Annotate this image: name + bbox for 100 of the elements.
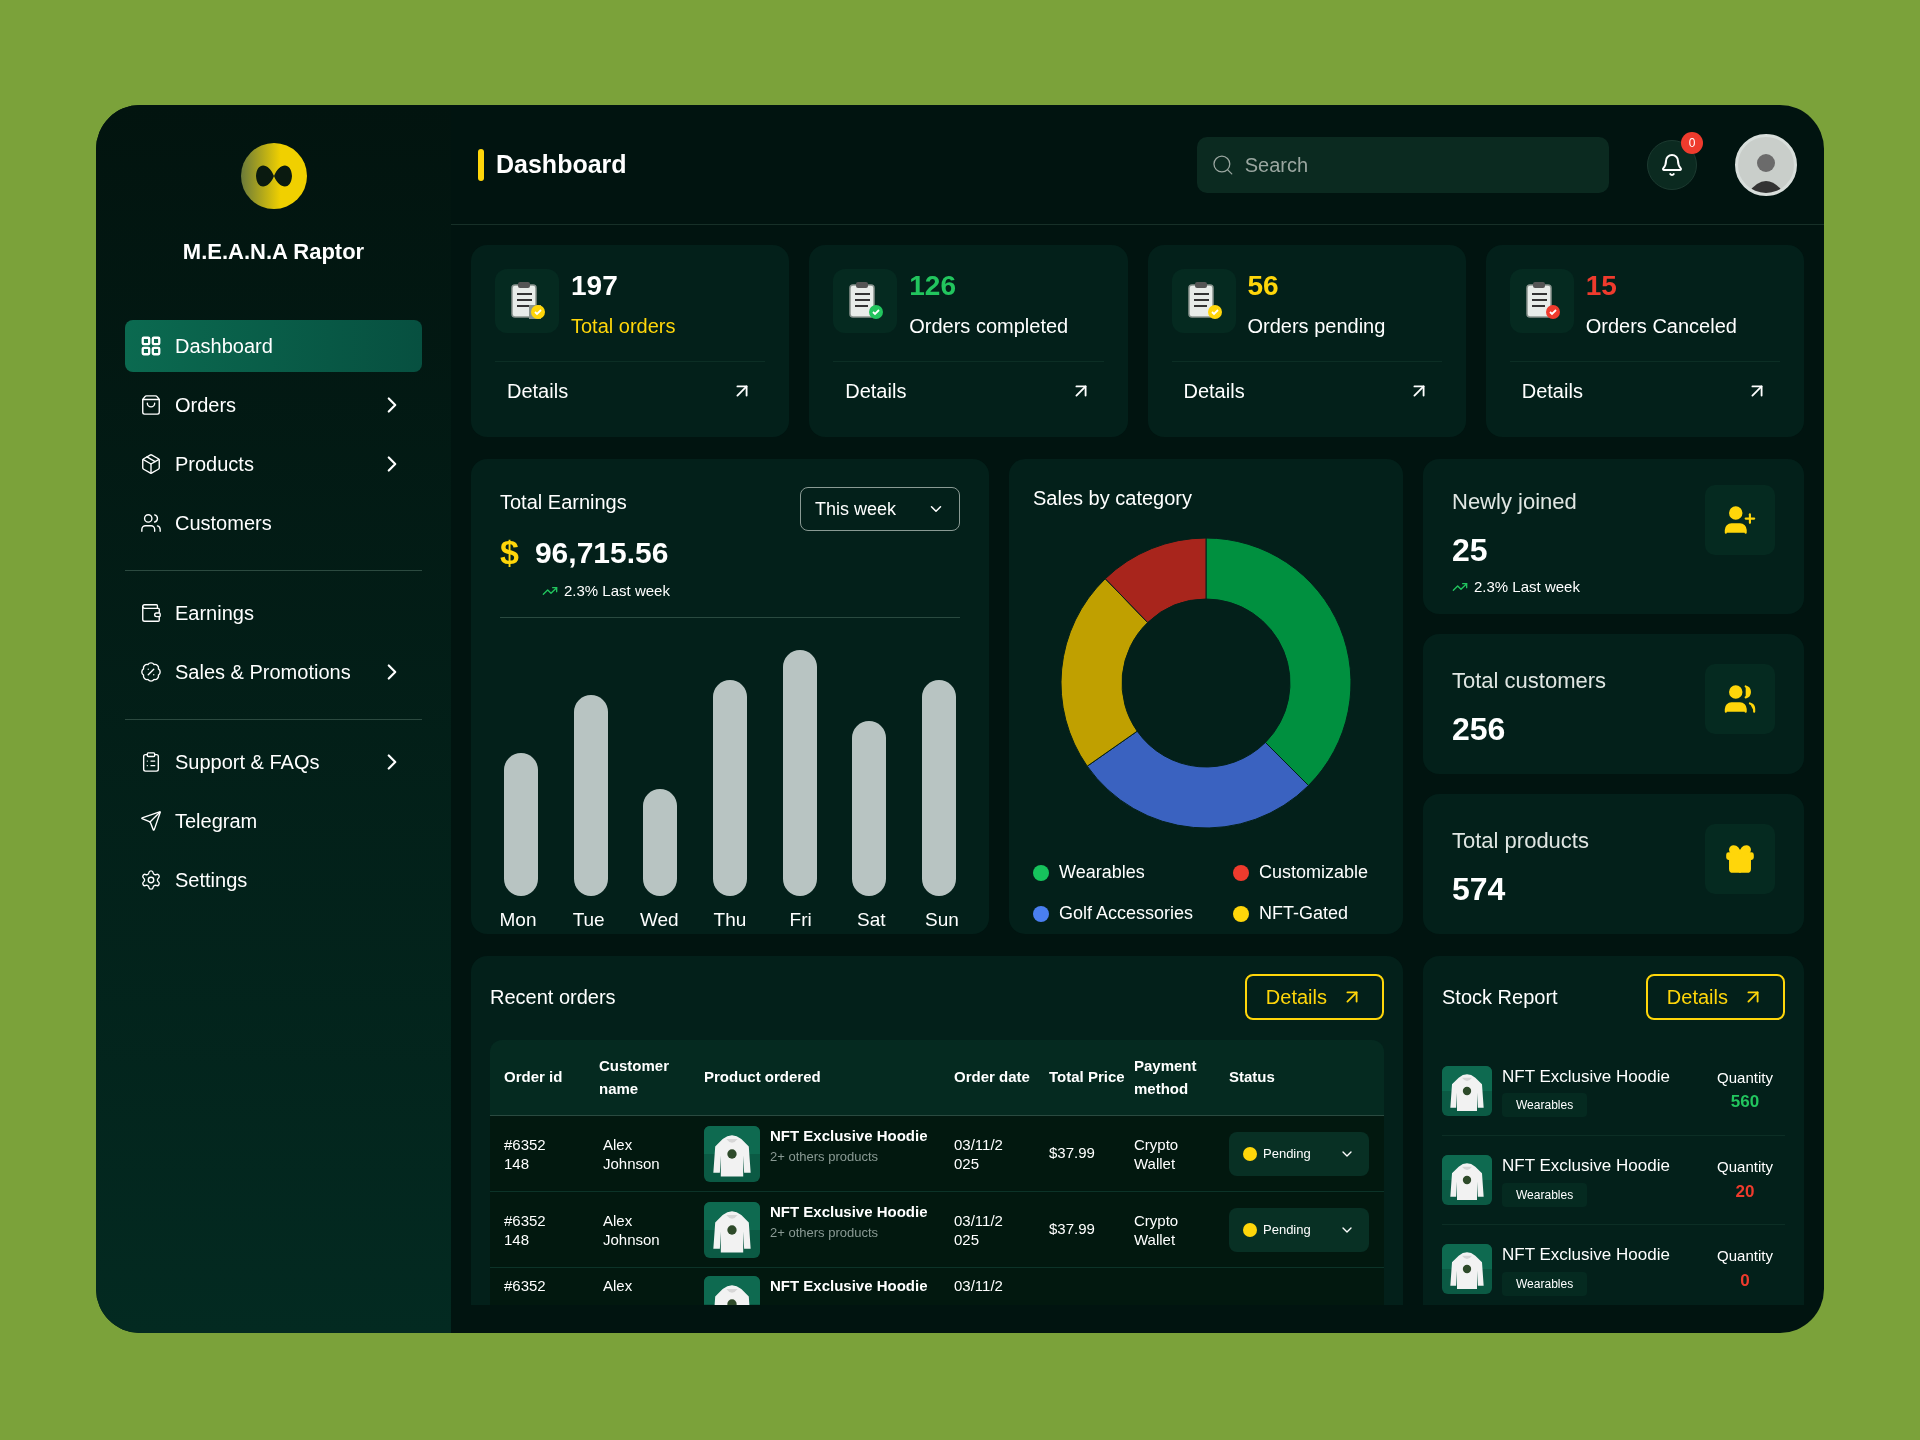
clipboard-icon (495, 269, 559, 333)
change-text: 2.3% Last week (564, 581, 670, 601)
table-cell-text: #6352 (504, 1276, 547, 1295)
nav-item[interactable]: Settings (125, 854, 422, 906)
table-cell-text: Alex Johnson (602, 1210, 661, 1249)
card-title: Total customers (1452, 667, 1607, 695)
day-label: Sun (924, 907, 960, 932)
wallet-icon (140, 602, 162, 624)
column-header: Payment method (1134, 1056, 1198, 1099)
stat-label: Orders completed (909, 314, 1069, 339)
nav-item[interactable]: Dashboard (125, 320, 422, 372)
details-link[interactable]: Details (1171, 376, 1442, 406)
table-cell-text: 03/11/2025 (954, 1210, 1004, 1249)
table-cell-text: Alex (602, 1276, 634, 1295)
product-note: 2+ others products (770, 1147, 880, 1166)
quantity-value: 560 (1730, 1091, 1760, 1113)
nav-item[interactable]: Customers (125, 497, 422, 549)
details-link[interactable]: Details (495, 376, 766, 406)
table-cell-text: #6352148 (504, 1134, 547, 1173)
day-label: Fri (788, 907, 813, 932)
quantity-label: Quantity (1717, 1157, 1773, 1177)
column-header: Order date (954, 1067, 1031, 1088)
period-dropdown[interactable]: This week (800, 487, 960, 531)
notification-button[interactable] (1647, 139, 1697, 190)
table-cell-text: Crypto Wallet (1134, 1134, 1180, 1173)
send-icon (140, 810, 162, 832)
nav-item[interactable]: Products (125, 438, 422, 490)
stat-label: Orders Canceled (1585, 314, 1737, 339)
column-header: Order id (504, 1067, 564, 1088)
search-bar[interactable]: Search (1197, 136, 1609, 193)
details-button[interactable]: Details (1244, 974, 1384, 1020)
nav-item[interactable]: Telegram (125, 795, 422, 847)
legend-label: NFT-Gated (1259, 902, 1349, 925)
legend-label: Customizable (1259, 861, 1369, 884)
list-icon (140, 751, 162, 773)
nav-item[interactable]: Support & FAQs (125, 736, 422, 788)
legend-label: Wearables (1059, 861, 1145, 884)
currency-sign: $ (500, 532, 519, 573)
user-plus-icon (1723, 503, 1757, 537)
percent-badge-icon (140, 661, 162, 683)
details-link[interactable]: Details (833, 376, 1104, 406)
product-name: NFT Exclusive Hoodie (1502, 1244, 1670, 1267)
product-name: NFT Exclusive Hoodie (1502, 1155, 1670, 1178)
earnings-amount: 96,715.56 (534, 535, 669, 571)
clipboard-icon (833, 269, 898, 333)
table-cell-text: Crypto Wallet (1134, 1210, 1180, 1249)
legend-label: Golf Accessories (1059, 902, 1194, 925)
summary-value: 25 (1452, 531, 1489, 570)
day-label: Mon (498, 907, 538, 932)
people-icon (140, 512, 162, 534)
card-title: Total Earnings (500, 490, 628, 515)
quantity-value: 0 (1740, 1269, 1750, 1292)
day-label: Thu (712, 907, 748, 932)
nav-item[interactable]: Sales & Promotions (125, 646, 422, 698)
card-title: Sales by category (1033, 486, 1193, 511)
title-accent (478, 148, 484, 181)
details-button[interactable]: Details (1645, 974, 1785, 1020)
bell-icon (1660, 152, 1684, 177)
search-field[interactable]: Search (1244, 149, 1595, 180)
table-cell-text: Alex Johnson (602, 1134, 661, 1173)
stat-value: 197 (571, 269, 619, 303)
settings-icon (140, 869, 162, 891)
nav-item[interactable]: Earnings (125, 587, 422, 639)
table-cell-text: $37.99 (1049, 1143, 1096, 1164)
gift-icon (1723, 842, 1757, 876)
quantity-value: 20 (1735, 1180, 1755, 1203)
stat-value: 15 (1585, 269, 1618, 303)
category-tag: Wearables (1502, 1271, 1588, 1296)
status-dropdown[interactable]: Pending (1229, 1131, 1369, 1176)
status-dropdown[interactable]: Pending (1229, 1207, 1369, 1252)
table-cell-text: 03/11/2 (954, 1276, 1004, 1295)
dashboard-icon (140, 335, 162, 357)
card-title: Total products (1452, 827, 1589, 855)
summary-value: 256 (1452, 710, 1507, 749)
product-name: NFT Exclusive Hoodie (770, 1201, 928, 1221)
nav-item[interactable]: Orders (125, 379, 422, 431)
product-name: NFT Exclusive Hoodie (770, 1125, 928, 1145)
change-text: 2.3% Last week (1474, 577, 1580, 597)
category-tag: Wearables (1502, 1182, 1588, 1207)
summary-value: 574 (1452, 870, 1507, 909)
stat-label: Total orders (571, 314, 676, 339)
group-icon (1723, 682, 1757, 716)
bag-icon (140, 394, 162, 416)
column-header: Customer name (599, 1056, 670, 1099)
card-title: Recent orders (490, 985, 616, 1010)
details-link[interactable]: Details (1509, 376, 1780, 406)
column-header: Status (1229, 1067, 1276, 1088)
stat-value: 56 (1247, 269, 1280, 303)
stat-label: Orders pending (1247, 314, 1386, 339)
page-title: Dashboard (496, 148, 628, 180)
card-title: Stock Report (1442, 985, 1558, 1010)
column-header: Total Price (1049, 1067, 1126, 1088)
brand-name: M.E.A.N.A Raptor (182, 238, 365, 266)
table-cell-text: $37.99 (1049, 1219, 1096, 1240)
category-tag: Wearables (1502, 1093, 1588, 1118)
day-label: Sat (856, 907, 887, 932)
table-cell-text: 03/11/2025 (954, 1134, 1004, 1173)
stat-value: 126 (909, 269, 957, 303)
card-title: Newly joined (1452, 488, 1578, 516)
day-label: Tue (571, 907, 606, 932)
